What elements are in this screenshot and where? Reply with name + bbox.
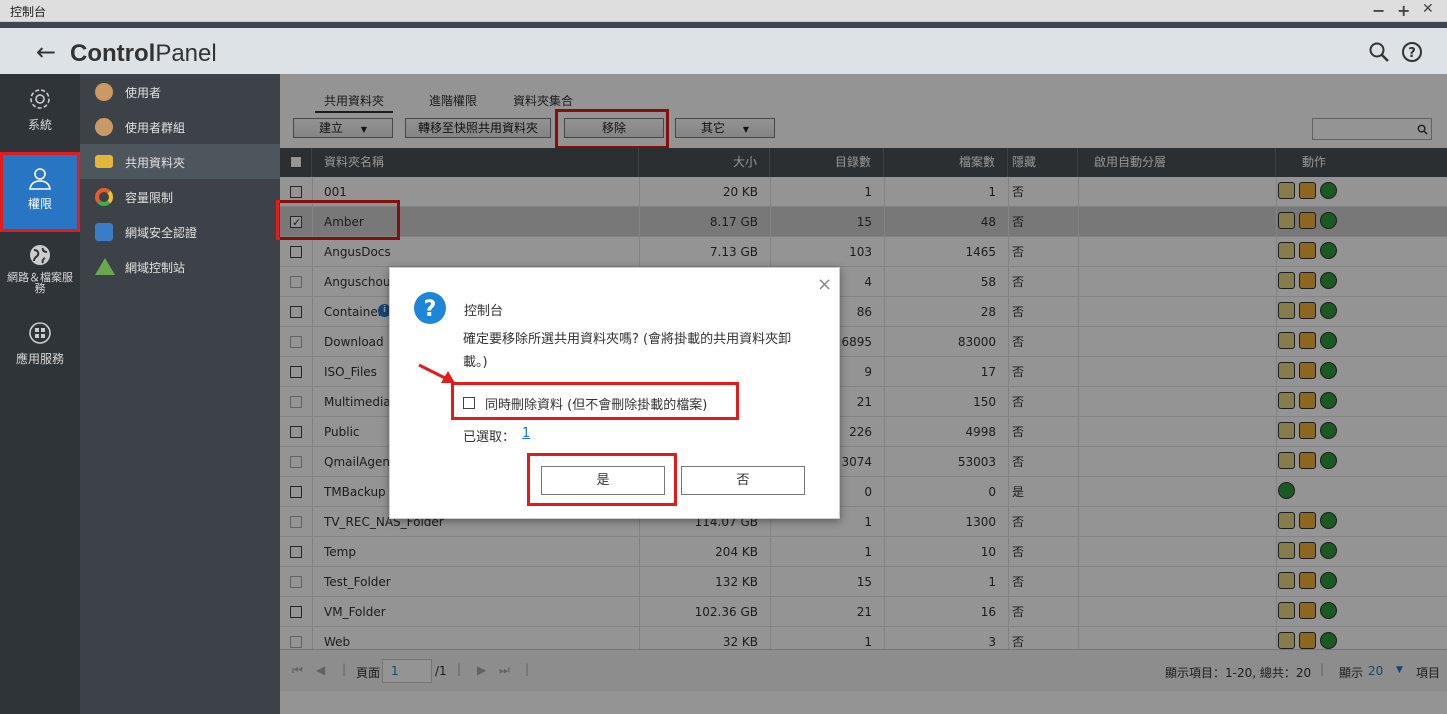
- close-icon[interactable]: ×: [817, 274, 832, 295]
- selected-label: 已選取：: [463, 430, 516, 445]
- svg-text:?: ?: [1408, 46, 1416, 61]
- selected-count-link[interactable]: 1: [522, 426, 530, 441]
- dialog-message: 確定要移除所選共用資料夾嗎? (會將掛載的共用資料夾卸載。): [463, 332, 792, 370]
- svg-text:?: ?: [424, 297, 437, 322]
- dialog-title: 控制台: [464, 304, 504, 319]
- window-title: 控制台: [10, 5, 47, 19]
- confirm-remove-dialog: × ? 控制台 確定要移除所選共用資料夾嗎? (會將掛載的共用資料夾卸載。) 同…: [389, 267, 840, 519]
- close-window-button[interactable]: ✕: [1422, 1, 1434, 17]
- search-icon[interactable]: [1368, 41, 1390, 63]
- no-button[interactable]: 否: [681, 466, 805, 495]
- window-titlebar: 控制台 − + ✕: [0, 0, 1447, 22]
- overlay-left: [0, 22, 280, 714]
- help-icon[interactable]: ?: [1401, 41, 1423, 63]
- question-icon: ?: [414, 292, 446, 324]
- delete-data-label[interactable]: 同時刪除資料 (但不會刪除掛載的檔案): [485, 394, 707, 413]
- highlight-yes: [527, 453, 677, 506]
- minimize-button[interactable]: −: [1372, 1, 1385, 20]
- maximize-button[interactable]: +: [1397, 1, 1410, 20]
- delete-data-checkbox[interactable]: [463, 397, 475, 409]
